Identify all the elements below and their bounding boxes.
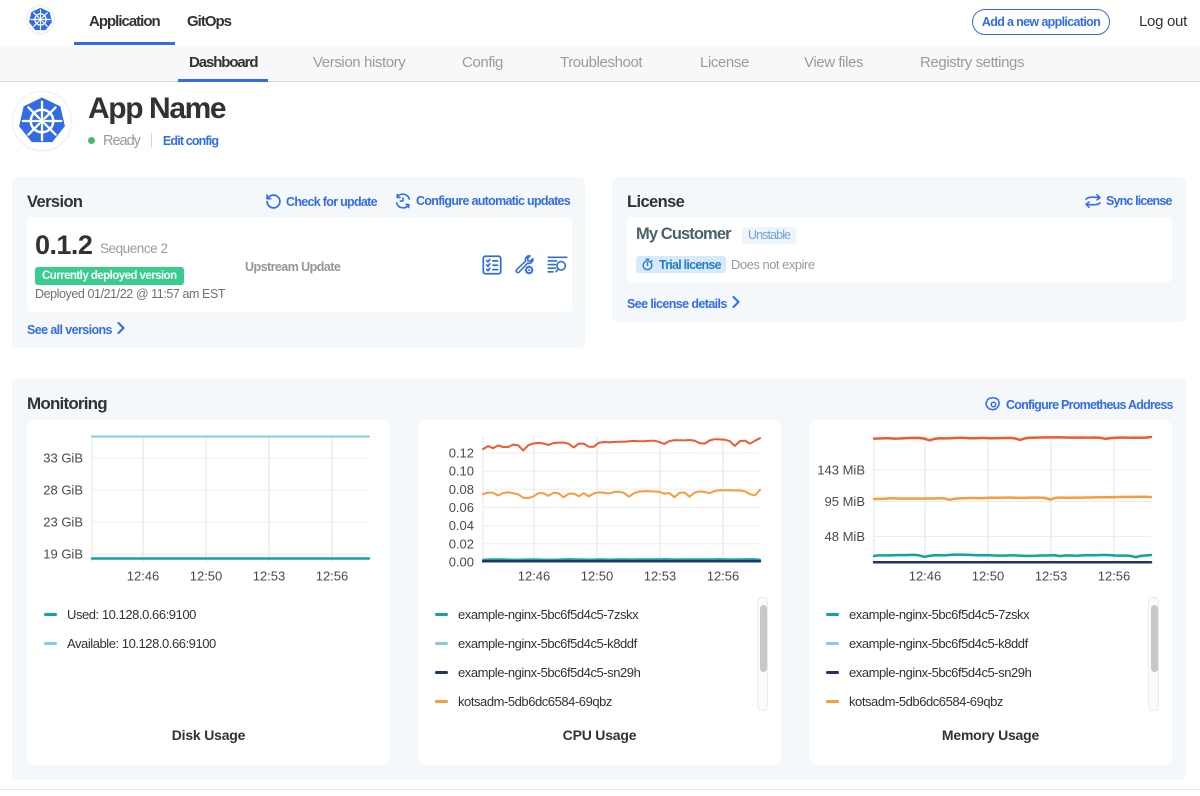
svg-text:95 MiB: 95 MiB <box>825 494 865 509</box>
svg-text:0.08: 0.08 <box>449 482 474 497</box>
svg-text:0.02: 0.02 <box>449 536 474 551</box>
svg-text:12:50: 12:50 <box>581 569 614 584</box>
svg-text:12:50: 12:50 <box>972 569 1005 584</box>
svg-text:0.12: 0.12 <box>449 446 474 461</box>
svg-text:12:53: 12:53 <box>253 569 286 584</box>
svg-text:28 GiB: 28 GiB <box>43 483 83 498</box>
svg-text:12:46: 12:46 <box>518 569 551 584</box>
svg-text:33 GiB: 33 GiB <box>43 451 83 466</box>
svg-text:12:56: 12:56 <box>1098 569 1131 584</box>
svg-text:0.04: 0.04 <box>449 518 474 533</box>
svg-text:12:53: 12:53 <box>644 569 677 584</box>
svg-text:19 GiB: 19 GiB <box>43 547 83 562</box>
svg-text:0.06: 0.06 <box>449 500 474 515</box>
svg-text:0.10: 0.10 <box>449 464 474 479</box>
svg-text:12:46: 12:46 <box>909 569 942 584</box>
svg-text:12:50: 12:50 <box>190 569 223 584</box>
svg-text:12:56: 12:56 <box>316 569 349 584</box>
svg-text:12:46: 12:46 <box>127 569 160 584</box>
svg-text:143 MiB: 143 MiB <box>817 463 865 478</box>
svg-text:12:53: 12:53 <box>1035 569 1068 584</box>
svg-text:48 MiB: 48 MiB <box>825 529 865 544</box>
svg-text:0.00: 0.00 <box>449 555 474 570</box>
svg-text:12:56: 12:56 <box>707 569 740 584</box>
svg-text:23 GiB: 23 GiB <box>43 515 83 530</box>
